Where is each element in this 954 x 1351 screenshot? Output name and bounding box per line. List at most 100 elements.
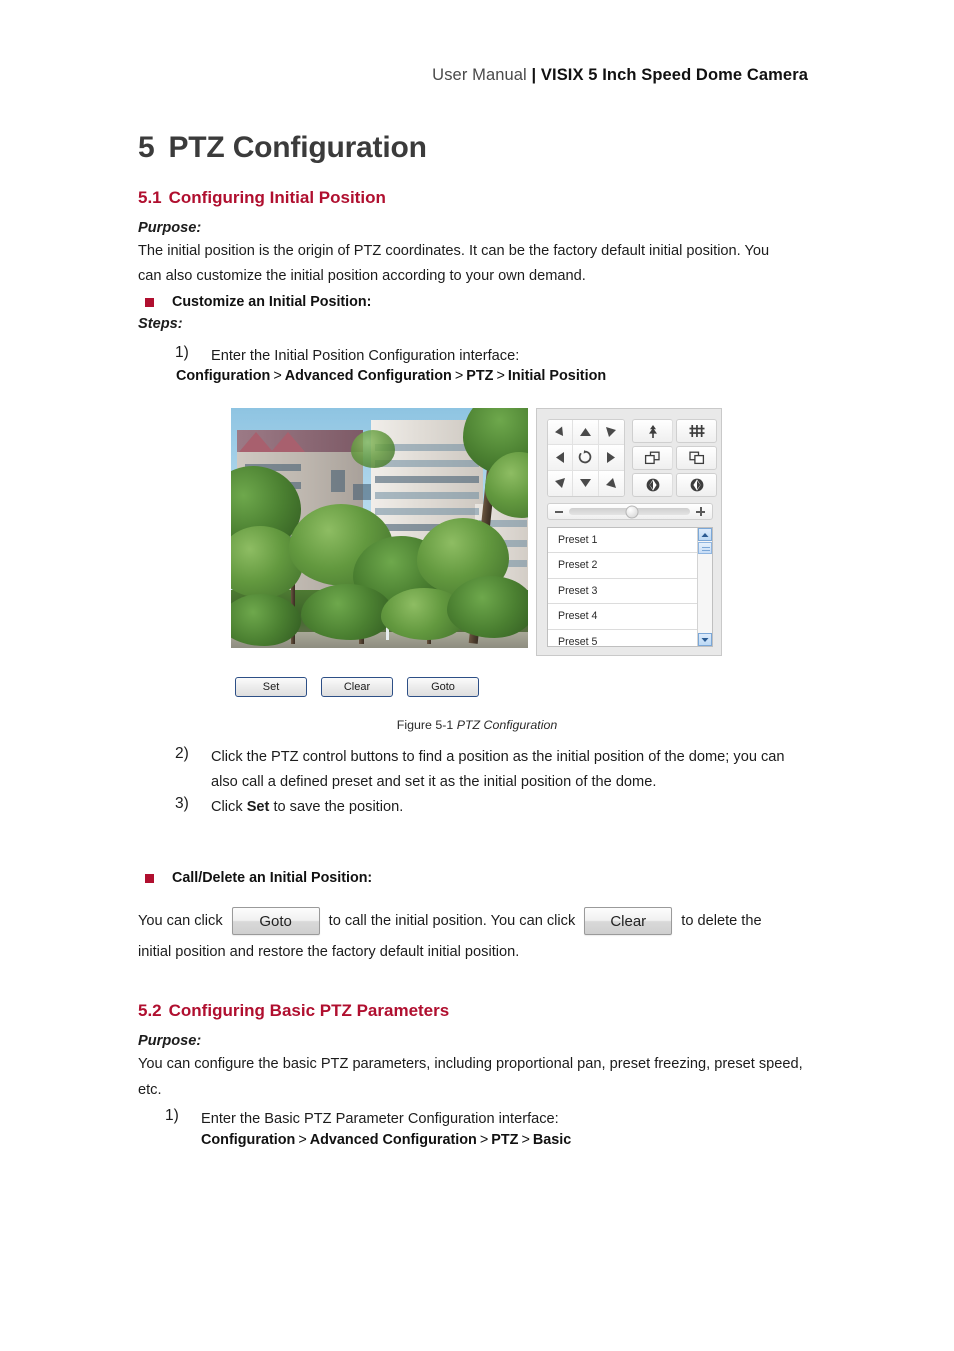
set-button[interactable]: Set: [235, 677, 307, 697]
preset-scrollbar[interactable]: [697, 528, 712, 646]
figure-caption: Figure 5-1 PTZ Configuration: [0, 718, 954, 732]
step-3-set-keyword: Set: [246, 799, 270, 815]
ptz-button-focus-near[interactable]: [632, 446, 673, 470]
call-delete-text-pre: You can click: [138, 913, 223, 929]
ptz-button-focus-far[interactable]: [676, 446, 717, 470]
ptz-button-pan-up-right[interactable]: [548, 470, 574, 496]
preset-list[interactable]: Preset 1 Preset 2 Preset 3 Preset 4 Pres…: [548, 528, 697, 646]
slider-track[interactable]: [569, 505, 690, 518]
breadcrumb-sep-3: >: [496, 368, 505, 384]
ptz-button-zoom-out[interactable]: [676, 419, 717, 443]
arrow-right-icon: [607, 451, 616, 463]
breadcrumb-52-segment-3: PTZ: [491, 1132, 519, 1148]
window-row: [375, 492, 479, 499]
call-delete-line2: initial position and restore the factory…: [138, 944, 520, 960]
section-52-title: Configuring Basic PTZ Parameters: [168, 1001, 450, 1020]
tree-canopy: [301, 584, 393, 640]
window-row: [331, 470, 345, 492]
breadcrumb-segment-2: Advanced Configuration: [284, 368, 452, 384]
preset-list-item[interactable]: Preset 3: [548, 578, 697, 605]
scroll-down-button[interactable]: [698, 633, 712, 646]
preset-list-item[interactable]: Preset 2: [548, 553, 697, 579]
ptz-direction-pad[interactable]: [547, 419, 625, 497]
section-52-number: 5.2: [138, 1001, 162, 1020]
inline-clear-button[interactable]: Clear: [584, 907, 673, 935]
slider-plus-icon[interactable]: [696, 507, 705, 516]
ptz-button-auto-scan[interactable]: [573, 445, 599, 471]
breadcrumb-segment-3: PTZ: [466, 368, 494, 384]
ptz-button-pan-right[interactable]: [598, 445, 624, 471]
step-3-text: Click Set to save the position.: [211, 795, 403, 820]
preset-list-panel: Preset 1 Preset 2 Preset 3 Preset 4 Pres…: [547, 527, 713, 647]
ptz-button-pan-down-right[interactable]: [598, 470, 624, 496]
step-2-number: 2): [175, 745, 189, 762]
step-2-line2: also call a defined preset and set it as…: [211, 774, 657, 790]
arrow-down-left-icon: [555, 426, 564, 437]
breadcrumb-52: Configuration > Advanced Configuration > PTZ…: [201, 1132, 571, 1148]
section-51-heading: 5.1 Configuring Initial Position: [138, 188, 386, 208]
section-51-number: 5.1: [138, 188, 162, 207]
arrow-down-icon: [579, 479, 591, 488]
ptz-button-pan-up-left[interactable]: [598, 420, 624, 446]
position-action-buttons: Set Clear Goto: [235, 677, 479, 697]
ptz-button-iris-open[interactable]: [632, 473, 673, 497]
goto-button[interactable]: Goto: [407, 677, 479, 697]
ptz-button-tilt-up[interactable]: [573, 420, 599, 446]
iris-close-circle-icon: [690, 478, 703, 492]
step-3-pre: Click: [211, 799, 247, 815]
preset-list-item[interactable]: Preset 1: [548, 528, 697, 554]
ptz-button-pan-down-left[interactable]: [548, 420, 574, 446]
breadcrumb-segment-1: Configuration: [176, 368, 271, 384]
header-product-label: | VISIX 5 Inch Speed Dome Camera: [531, 66, 808, 84]
purpose-line1-52: You can configure the basic PTZ paramete…: [138, 1056, 803, 1072]
ptz-button-iris-close[interactable]: [676, 473, 717, 497]
slider-minus-icon[interactable]: [555, 510, 563, 513]
iris-open-circle-icon: [646, 478, 659, 492]
zoom-in-tree-icon: [648, 424, 657, 438]
focus-far-squares-icon: [689, 451, 705, 465]
live-video-preview: [231, 408, 528, 648]
running-header: User Manual | VISIX 5 Inch Speed Dome Ca…: [0, 66, 954, 85]
arrow-up-right-icon: [555, 478, 566, 489]
step-2-text: Click the PTZ control buttons to find a …: [211, 745, 785, 795]
call-delete-paragraph: You can click Goto to call the initial p…: [138, 907, 762, 935]
ptz-button-tilt-down[interactable]: [573, 470, 599, 496]
scroll-thumb[interactable]: [698, 542, 712, 554]
breadcrumb-51: Configuration > Advanced Configuration > PTZ…: [176, 368, 606, 384]
ptz-button-zoom-in[interactable]: [632, 419, 673, 443]
breadcrumb-52-sep-3: >: [521, 1132, 530, 1148]
breadcrumb-sep-1: >: [273, 368, 282, 384]
arrow-up-icon: [579, 428, 591, 437]
purpose-line2-51: can also customize the initial position …: [138, 268, 586, 284]
bullet-call-delete-initial-position: Call/Delete an Initial Position:: [145, 870, 372, 886]
scroll-up-button[interactable]: [698, 528, 712, 541]
figure-caption-label: Figure 5-1: [396, 718, 454, 732]
tree-canopy: [351, 430, 395, 468]
auto-scan-refresh-icon: [579, 450, 592, 464]
bullet-square-icon: [145, 297, 154, 307]
call-delete-text-post: to delete the: [681, 913, 762, 929]
step-1-51: 1) Enter the Initial Position Configurat…: [175, 344, 519, 369]
roof-gable: [271, 432, 305, 452]
breadcrumb-52-sep-1: >: [298, 1132, 307, 1148]
breadcrumb-segment-4: Initial Position: [507, 368, 607, 384]
ptz-speed-slider[interactable]: [547, 503, 713, 520]
step-1-52-number: 1): [165, 1107, 179, 1124]
step-3-number: 3): [175, 795, 189, 812]
inline-goto-button[interactable]: Goto: [231, 907, 320, 935]
slider-thumb[interactable]: [625, 505, 639, 518]
chapter-number: 5: [138, 131, 155, 164]
step-2-line1: Click the PTZ control buttons to find a …: [211, 749, 785, 765]
chevron-up-icon: [701, 532, 709, 537]
preset-list-item[interactable]: Preset 5: [548, 629, 697, 646]
step-1-text: Enter the Initial Position Configuration…: [211, 348, 520, 364]
breadcrumb-sep-2: >: [454, 368, 464, 384]
ptz-button-pan-left[interactable]: [548, 445, 574, 471]
breadcrumb-52-segment-2: Advanced Configuration: [309, 1132, 477, 1148]
preset-list-item[interactable]: Preset 4: [548, 604, 697, 630]
step-1-52: 1) Enter the Basic PTZ Parameter Configu…: [165, 1107, 559, 1132]
breadcrumb-52-sep-2: >: [479, 1132, 489, 1148]
window-row: [375, 476, 479, 483]
clear-button[interactable]: Clear: [321, 677, 393, 697]
steps-label-51: Steps:: [138, 316, 183, 332]
